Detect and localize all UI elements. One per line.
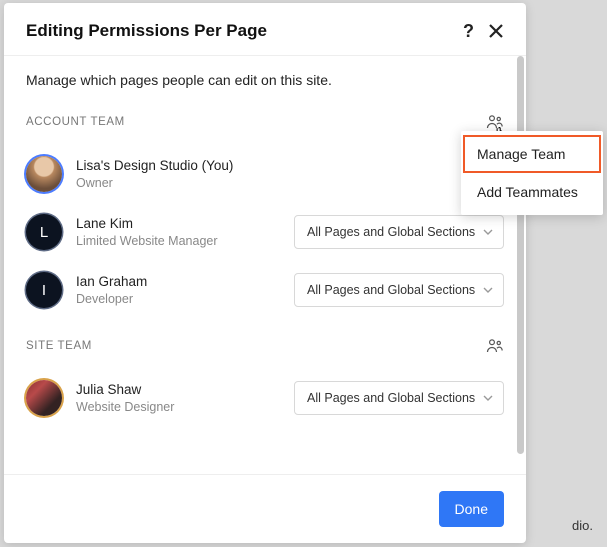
chevron-down-icon <box>483 227 493 237</box>
member-role: Limited Website Manager <box>76 234 280 248</box>
menu-item-manage-team[interactable]: Manage Team <box>463 135 601 173</box>
account-team-header: ACCOUNT TEAM <box>26 114 504 130</box>
member-name: Julia Shaw <box>76 382 280 397</box>
chevron-down-icon <box>483 393 493 403</box>
help-icon[interactable]: ? <box>463 22 474 40</box>
member-row-owner: Lisa's Design Studio (You) Owner <box>26 146 504 204</box>
member-row: I Ian Graham Developer All Pages and Glo… <box>26 262 504 320</box>
account-team-icon[interactable] <box>486 114 504 130</box>
avatar <box>26 380 62 416</box>
permission-select[interactable]: All Pages and Global Sections <box>294 273 504 307</box>
permission-value: All Pages and Global Sections <box>307 225 475 239</box>
avatar-initial: I <box>42 282 46 299</box>
avatar: I <box>26 272 62 308</box>
header-actions: ? <box>463 22 504 40</box>
close-icon[interactable] <box>488 23 504 39</box>
avatar <box>26 156 62 192</box>
member-info: Julia Shaw Website Designer <box>76 382 280 414</box>
team-actions-menu: Manage Team Add Teammates <box>461 131 603 215</box>
background-text-fragment: dio. <box>572 518 593 533</box>
member-info: Lisa's Design Studio (You) Owner <box>76 158 504 190</box>
permission-select[interactable]: All Pages and Global Sections <box>294 215 504 249</box>
site-team-label: SITE TEAM <box>26 340 92 352</box>
permission-value: All Pages and Global Sections <box>307 391 475 405</box>
site-team-header: SITE TEAM <box>26 338 504 354</box>
done-button[interactable]: Done <box>439 491 504 527</box>
scrollbar-thumb[interactable] <box>517 56 524 454</box>
member-info: Ian Graham Developer <box>76 274 280 306</box>
member-info: Lane Kim Limited Website Manager <box>76 216 280 248</box>
modal-title: Editing Permissions Per Page <box>26 21 267 41</box>
permission-value: All Pages and Global Sections <box>307 283 475 297</box>
modal-footer: Done <box>4 474 526 543</box>
site-team-icon[interactable] <box>486 338 504 354</box>
member-role: Developer <box>76 292 280 306</box>
permission-select[interactable]: All Pages and Global Sections <box>294 381 504 415</box>
member-role: Owner <box>76 176 504 190</box>
member-name: Lane Kim <box>76 216 280 231</box>
avatar-initial: L <box>40 224 48 241</box>
member-name: Ian Graham <box>76 274 280 289</box>
modal-body: Manage which pages people can edit on th… <box>4 56 526 474</box>
avatar: L <box>26 214 62 250</box>
modal-header: Editing Permissions Per Page ? <box>4 3 526 55</box>
chevron-down-icon <box>483 285 493 295</box>
member-name: Lisa's Design Studio (You) <box>76 158 504 173</box>
member-row: Julia Shaw Website Designer All Pages an… <box>26 370 504 428</box>
permissions-modal: Editing Permissions Per Page ? Manage wh… <box>4 3 526 543</box>
account-team-label: ACCOUNT TEAM <box>26 116 125 128</box>
menu-item-add-teammates[interactable]: Add Teammates <box>461 173 603 211</box>
member-role: Website Designer <box>76 400 280 414</box>
intro-text: Manage which pages people can edit on th… <box>26 72 504 88</box>
member-row: L Lane Kim Limited Website Manager All P… <box>26 204 504 262</box>
